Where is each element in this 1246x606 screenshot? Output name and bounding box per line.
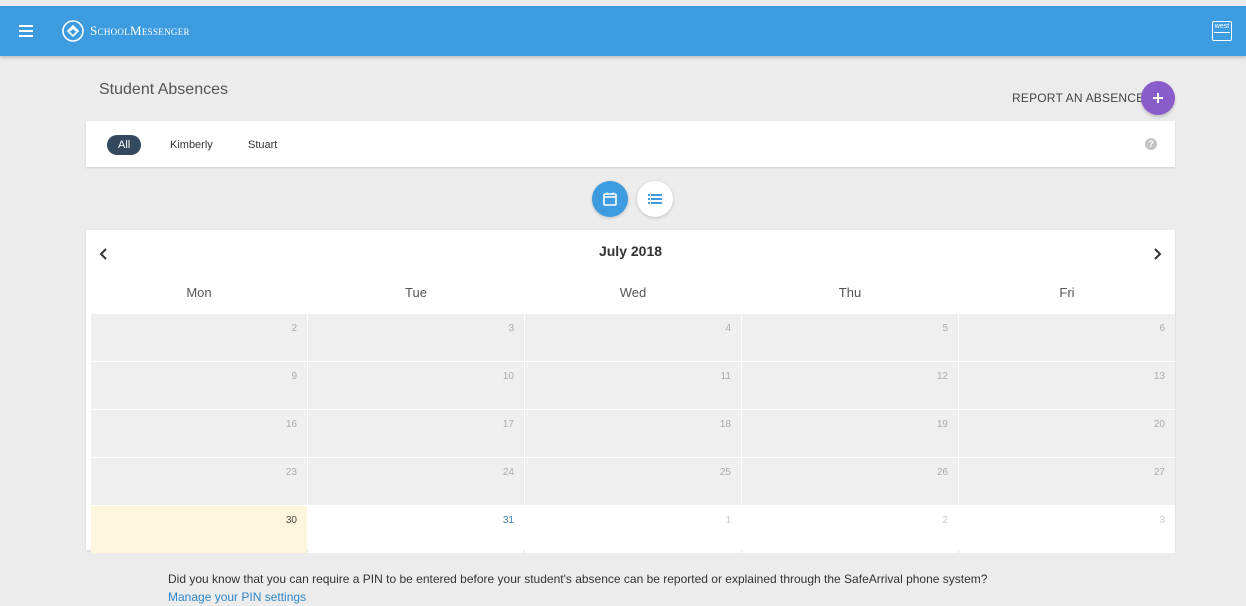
calendar-day-cell[interactable]: 19 bbox=[742, 410, 958, 457]
calendar-day-cell[interactable]: 27 bbox=[959, 458, 1175, 505]
calendar-day-cell[interactable]: 26 bbox=[742, 458, 958, 505]
page-title: Student Absences bbox=[99, 81, 228, 98]
calendar-day-cell[interactable]: 17 bbox=[308, 410, 524, 457]
help-icon[interactable]: ? bbox=[1145, 138, 1157, 150]
weekday-header: Wed bbox=[619, 285, 647, 300]
calendar-day-cell[interactable]: 31 bbox=[308, 506, 524, 553]
user-badge-label: west bbox=[1214, 22, 1230, 33]
schoolmessenger-logo-icon bbox=[62, 20, 84, 42]
calendar-day-cell[interactable]: 25 bbox=[525, 458, 741, 505]
brand-logo[interactable]: SchoolMessenger bbox=[62, 20, 190, 42]
weekday-header: Mon bbox=[186, 285, 212, 300]
list-view-button[interactable] bbox=[637, 181, 673, 217]
calendar-day-cell[interactable]: 16 bbox=[91, 410, 307, 457]
pin-notice: Did you know that you can require a PIN … bbox=[168, 572, 988, 586]
calendar-day-cell[interactable]: 11 bbox=[525, 362, 741, 409]
calendar-day-cell[interactable]: 24 bbox=[308, 458, 524, 505]
calendar-day-cell[interactable]: 1 bbox=[525, 506, 741, 553]
calendar-day-cell[interactable]: 9 bbox=[91, 362, 307, 409]
calendar-day-cell[interactable]: 23 bbox=[91, 458, 307, 505]
calendar-view-button[interactable] bbox=[592, 181, 628, 217]
calendar-day-cell[interactable]: 2 bbox=[91, 314, 307, 361]
filter-chip-all[interactable]: All bbox=[107, 135, 142, 155]
absence-calendar: July 2018 Mon Tue Wed Thu Fri 2 3 4 5 6 9 10 11 12 13… bbox=[86, 230, 1175, 553]
report-absence-button[interactable] bbox=[1141, 81, 1175, 115]
chevron-right-icon bbox=[1154, 248, 1162, 260]
calendar-day-cell[interactable]: 10 bbox=[308, 362, 524, 409]
weekday-header: Fri bbox=[1059, 285, 1075, 300]
calendar-day-cell[interactable]: 5 bbox=[742, 314, 958, 361]
filter-chip-kimberly[interactable]: Kimberly bbox=[170, 135, 213, 155]
hamburger-menu-icon[interactable] bbox=[19, 25, 33, 37]
user-account-icon[interactable]: west bbox=[1212, 21, 1232, 41]
calendar-day-cell[interactable]: 3 bbox=[308, 314, 524, 361]
brand-name: SchoolMessenger bbox=[90, 23, 190, 38]
list-icon bbox=[648, 194, 662, 204]
calendar-day-cell[interactable]: 18 bbox=[525, 410, 741, 457]
calendar-day-cell[interactable]: 13 bbox=[959, 362, 1175, 409]
calendar-day-cell[interactable]: 12 bbox=[742, 362, 958, 409]
manage-pin-link[interactable]: Manage your PIN settings bbox=[168, 590, 306, 604]
next-month-button[interactable] bbox=[1151, 246, 1163, 262]
calendar-day-cell[interactable]: 3 bbox=[959, 506, 1175, 553]
calendar-day-cell[interactable]: 6 bbox=[959, 314, 1175, 361]
calendar-day-cell[interactable]: 30 bbox=[91, 506, 307, 553]
calendar-day-cell[interactable]: 4 bbox=[525, 314, 741, 361]
top-bar: SchoolMessenger west bbox=[0, 6, 1246, 56]
weekday-header: Tue bbox=[405, 285, 427, 300]
calendar-icon bbox=[603, 192, 617, 206]
calendar-month-label: July 2018 bbox=[598, 243, 663, 259]
calendar-day-cell[interactable]: 2 bbox=[742, 506, 958, 553]
filter-chip-stuart[interactable]: Stuart bbox=[248, 135, 277, 155]
calendar-day-cell[interactable]: 20 bbox=[959, 410, 1175, 457]
student-filter-bar: All Kimberly Stuart ? bbox=[86, 121, 1175, 167]
report-absence-link[interactable]: REPORT AN ABSENCE bbox=[1012, 91, 1144, 105]
weekday-header: Thu bbox=[838, 285, 862, 300]
